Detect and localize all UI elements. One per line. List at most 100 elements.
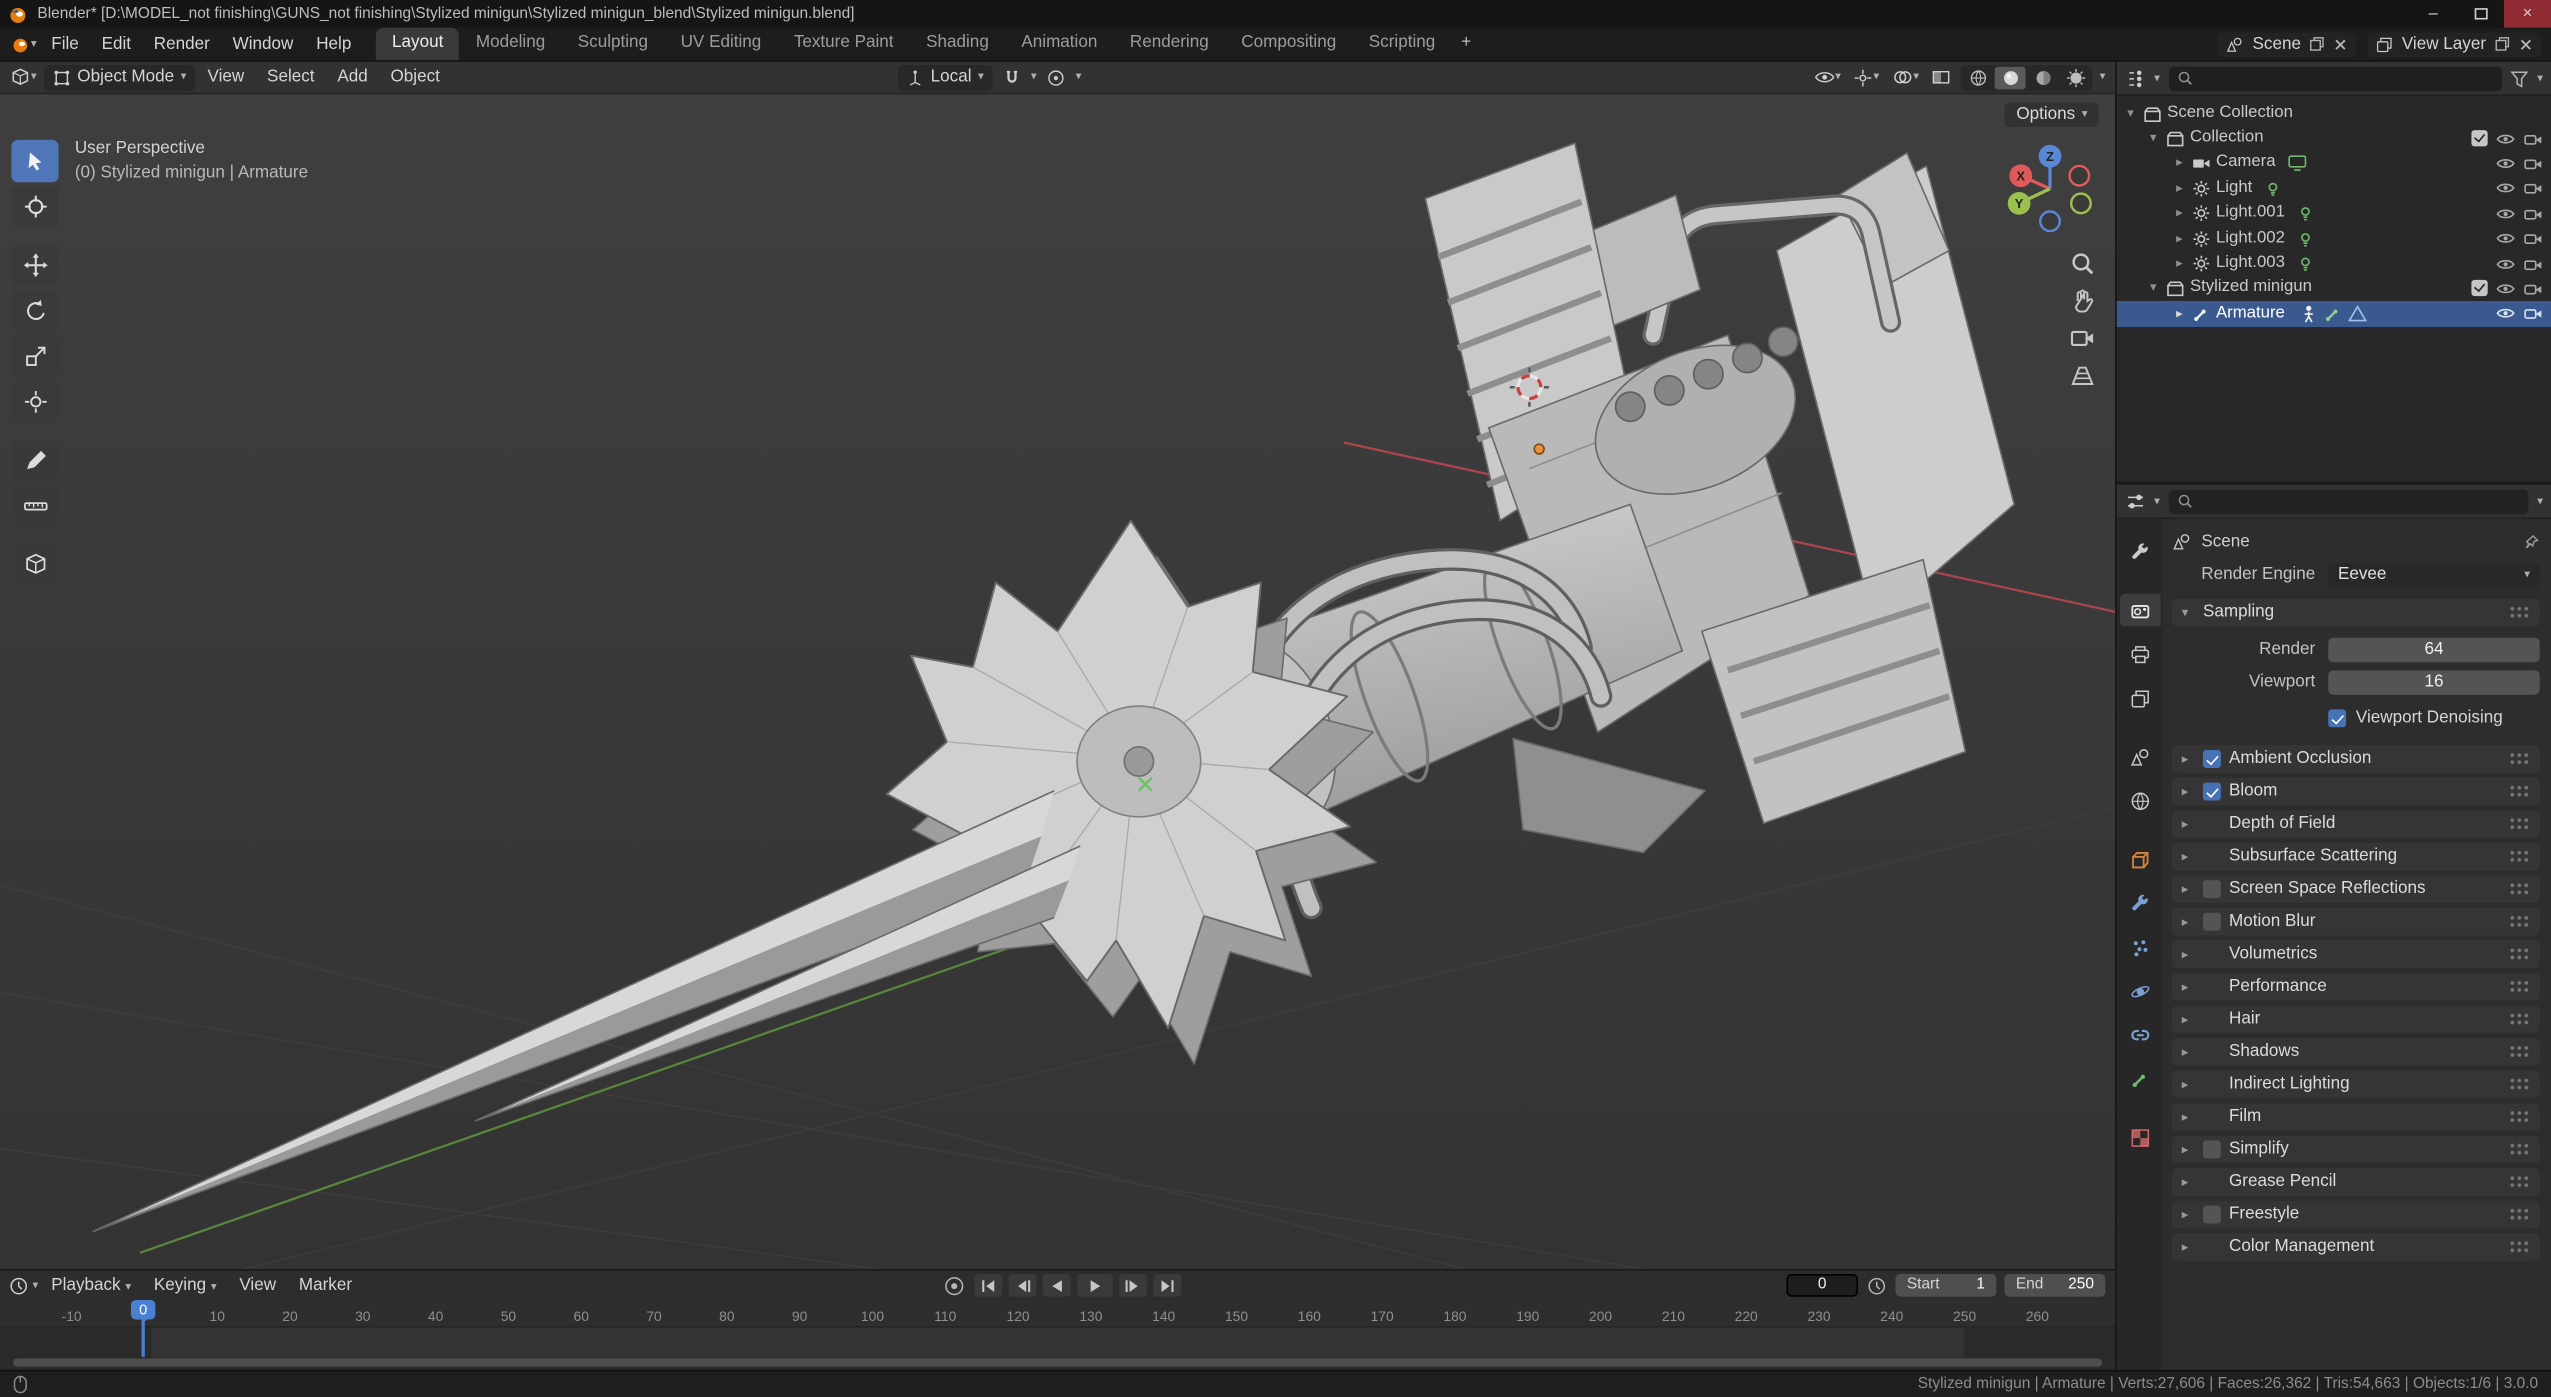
menu-playback[interactable]: Playback ▾	[42, 1272, 141, 1299]
outliner-row-light-003[interactable]: ▸ Light.003	[2117, 251, 2551, 276]
add-workspace-button[interactable]: +	[1452, 27, 1482, 60]
disable-render-camera-icon[interactable]	[2523, 206, 2543, 221]
pan-hand-icon[interactable]	[2070, 288, 2096, 314]
disable-render-camera-icon[interactable]	[2523, 131, 2543, 146]
hide-viewport-eye-icon[interactable]	[2496, 131, 2516, 146]
disable-render-camera-icon[interactable]	[2523, 281, 2543, 296]
drag-grip-icon[interactable]	[2508, 1011, 2530, 1027]
outliner-row-stylized-minigun[interactable]: ▾ Stylized minigun	[2117, 276, 2551, 301]
playhead[interactable]: 0	[130, 1299, 156, 1357]
drag-grip-icon[interactable]	[2508, 1239, 2530, 1255]
drag-grip-icon[interactable]	[2508, 1142, 2530, 1157]
xray-toggle[interactable]	[1929, 67, 1955, 88]
panel-hair[interactable]: ▸ Hair	[2172, 1005, 2540, 1034]
disable-render-camera-icon[interactable]	[2523, 306, 2543, 321]
tool-scale[interactable]	[11, 335, 59, 378]
view-layer-selector[interactable]: View Layer	[2367, 31, 2542, 57]
bloom-checkbox[interactable]	[2202, 782, 2221, 801]
panel-bloom[interactable]: ▸ Bloom	[2172, 777, 2540, 806]
gizmos-toggle[interactable]: ▾	[1851, 66, 1883, 89]
hide-viewport-eye-icon[interactable]	[2496, 206, 2516, 221]
tab-constraint-properties[interactable]	[2119, 1019, 2160, 1052]
object-visibility-dropdown[interactable]: ▾	[1811, 67, 1844, 88]
panel-performance[interactable]: ▸ Performance	[2172, 972, 2540, 1001]
jump-to-start-button[interactable]	[974, 1273, 1003, 1297]
tool-rotate[interactable]	[11, 289, 59, 332]
expander-icon[interactable]: ▾	[2123, 106, 2138, 120]
render-engine-dropdown[interactable]: Eevee ▾	[2328, 562, 2540, 588]
unlink-scene-icon[interactable]	[2333, 37, 2348, 52]
mode-dropdown[interactable]: Object Mode ▾	[43, 64, 195, 91]
tab-uv-editing[interactable]: UV Editing	[664, 27, 777, 60]
outliner-filter-dropdown[interactable]: ▾	[2537, 72, 2543, 83]
tab-world-properties[interactable]	[2119, 784, 2160, 817]
shading-solid-button[interactable]	[1995, 65, 2027, 89]
play-reverse-button[interactable]	[1042, 1273, 1071, 1297]
remove-view-layer-icon[interactable]	[2519, 37, 2534, 52]
drag-grip-icon[interactable]	[2508, 605, 2530, 620]
end-frame-field[interactable]: End 250	[2004, 1273, 2106, 1297]
tab-output-properties[interactable]	[2119, 638, 2160, 671]
outliner-row-scene-collection[interactable]: ▾ Scene Collection	[2117, 101, 2551, 126]
shading-options-dropdown[interactable]: ▾	[2100, 72, 2106, 83]
proportional-options-dropdown[interactable]: ▾	[1076, 72, 1082, 83]
play-button[interactable]	[1077, 1273, 1113, 1297]
panel-motion-blur[interactable]: ▸ Motion Blur	[2172, 907, 2540, 936]
tab-rendering[interactable]: Rendering	[1114, 27, 1225, 60]
axis-y-negative[interactable]	[2069, 192, 2092, 215]
tab-modeling[interactable]: Modeling	[460, 27, 562, 60]
camera-view-icon[interactable]	[2070, 325, 2096, 351]
tab-scripting[interactable]: Scripting	[1353, 27, 1452, 60]
panel-sampling[interactable]: ▾ Sampling	[2172, 598, 2540, 627]
drag-grip-icon[interactable]	[2508, 1109, 2530, 1125]
navigation-gizmo[interactable]: Z X Y	[1998, 137, 2102, 241]
hide-viewport-eye-icon[interactable]	[2496, 306, 2516, 321]
tool-tweak-select[interactable]	[11, 139, 59, 183]
tool-transform[interactable]	[11, 380, 59, 424]
axis-z-negative[interactable]	[2039, 210, 2062, 233]
drag-grip-icon[interactable]	[2508, 1077, 2530, 1092]
shading-rendered-button[interactable]	[2061, 66, 2092, 89]
menu-view[interactable]: View	[230, 1272, 286, 1299]
tab-animation[interactable]: Animation	[1005, 27, 1114, 60]
previous-keyframe-button[interactable]	[1008, 1273, 1037, 1297]
expander-icon[interactable]: ▸	[2172, 206, 2187, 220]
expander-icon[interactable]: ▾	[2146, 131, 2161, 145]
tab-view-layer-properties[interactable]	[2119, 682, 2160, 715]
axis-x-negative[interactable]	[2068, 164, 2091, 187]
viewport-3d-scene[interactable]	[0, 94, 2116, 1270]
scene-selector[interactable]: Scene	[2218, 31, 2357, 57]
preview-range-clock-icon[interactable]	[1866, 1275, 1887, 1296]
editor-type-button[interactable]: ▾	[7, 65, 40, 89]
panel-film[interactable]: ▸ Film	[2172, 1103, 2540, 1131]
menu-window[interactable]: Window	[221, 29, 305, 59]
hide-viewport-eye-icon[interactable]	[2496, 181, 2516, 196]
panel-indirect-lighting[interactable]: ▸ Indirect Lighting	[2172, 1070, 2540, 1099]
outliner-search-input[interactable]	[2168, 65, 2504, 91]
minimize-button[interactable]: –	[2410, 0, 2457, 28]
snap-toggle[interactable]	[998, 66, 1024, 89]
panel-subsurface-scattering[interactable]: ▸ Subsurface Scattering	[2172, 842, 2540, 871]
panel-grease-pencil[interactable]: ▸ Grease Pencil	[2172, 1168, 2540, 1196]
panel-depth-of-field[interactable]: ▸ Depth of Field	[2172, 810, 2540, 838]
tab-scene-properties[interactable]	[2119, 740, 2160, 773]
panel-ambient-occlusion[interactable]: ▸ Ambient Occlusion	[2172, 745, 2540, 773]
tool-annotate[interactable]	[11, 439, 59, 482]
shading-wireframe-button[interactable]	[1963, 66, 1994, 89]
disable-render-camera-icon[interactable]	[2523, 181, 2543, 196]
expander-icon[interactable]: ▸	[2172, 181, 2187, 195]
tab-texture-paint[interactable]: Texture Paint	[778, 27, 910, 60]
panel-color-management[interactable]: ▸ Color Management	[2172, 1233, 2540, 1261]
pin-icon[interactable]	[2522, 533, 2540, 551]
perspective-grid-icon[interactable]	[2070, 363, 2096, 389]
properties-search-input[interactable]	[2168, 488, 2530, 514]
menu-file[interactable]: File	[40, 29, 90, 59]
tool-move[interactable]	[11, 244, 59, 287]
outliner-row-light-001[interactable]: ▸ Light.001	[2117, 201, 2551, 226]
menu-view[interactable]: View	[198, 64, 254, 91]
snap-options-dropdown[interactable]: ▾	[1031, 72, 1037, 83]
tab-tool-properties[interactable]	[2119, 535, 2160, 568]
disable-render-camera-icon[interactable]	[2523, 231, 2543, 246]
outliner-row-collection[interactable]: ▾ Collection	[2117, 126, 2551, 151]
menu-add[interactable]: Add	[328, 64, 378, 91]
